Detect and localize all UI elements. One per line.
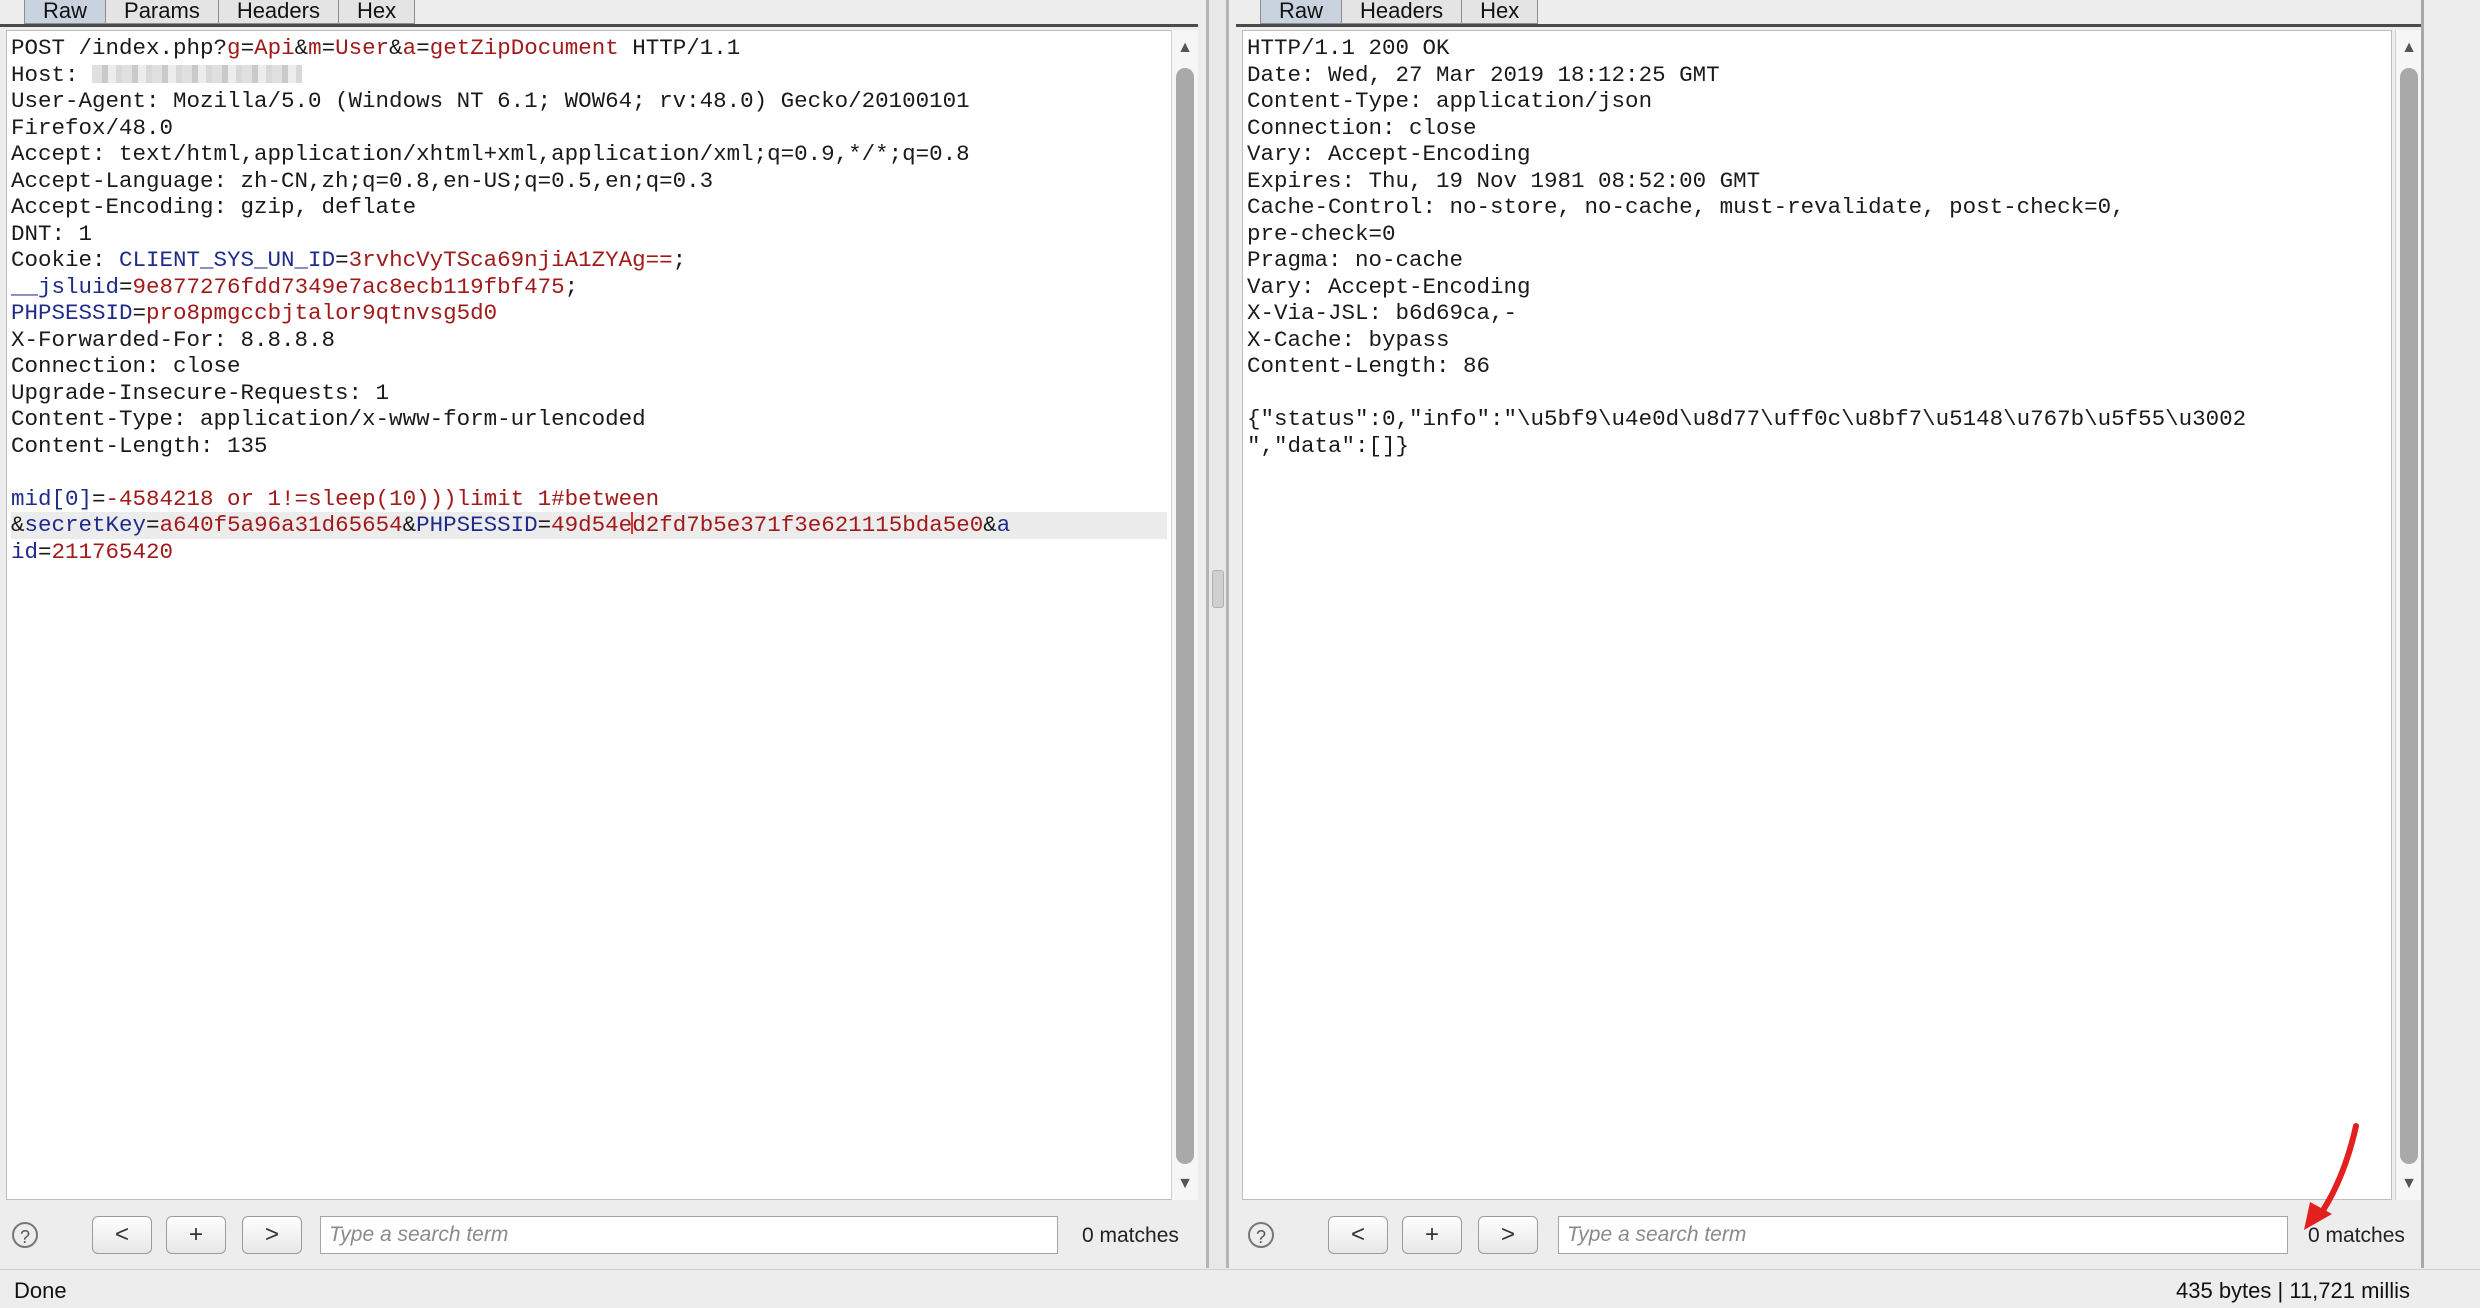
pane-divider[interactable] <box>1208 0 1226 1268</box>
add-search-button[interactable]: + <box>1402 1216 1462 1254</box>
tab-headers[interactable]: Headers <box>217 0 339 24</box>
response-tabs: Raw Headers Hex <box>1260 0 1539 26</box>
status-bar: Done 435 bytes | 11,721 millis <box>0 1269 2480 1308</box>
previous-match-button[interactable]: < <box>1328 1216 1388 1254</box>
tab-hex[interactable]: Hex <box>337 0 416 24</box>
response-size-timing: 435 bytes | 11,721 millis <box>2176 1278 2410 1303</box>
request-text: POST /index.php?g=Api&m=User&a=getZipDoc… <box>7 31 1171 565</box>
response-editor[interactable]: HTTP/1.1 200 OK Date: Wed, 27 Mar 2019 1… <box>1242 30 2392 1200</box>
response-text: HTTP/1.1 200 OK Date: Wed, 27 Mar 2019 1… <box>1247 35 2247 459</box>
scroll-down-icon[interactable]: ▼ <box>2396 1172 2422 1196</box>
response-search-input[interactable] <box>1558 1216 2288 1254</box>
response-pane: Raw Headers Hex HTTP/1.1 200 OK Date: We… <box>1236 0 2422 1268</box>
help-icon[interactable]: ? <box>12 1222 38 1248</box>
response-search-bar: ? < + > 0 matches <box>1236 1204 2422 1268</box>
request-tabs: Raw Params Headers Hex <box>24 0 416 26</box>
scroll-up-icon[interactable]: ▲ <box>1172 36 1198 60</box>
status-text: Done <box>14 1278 67 1303</box>
tab-underline <box>0 24 1198 27</box>
request-editor[interactable]: POST /index.php?g=Api&m=User&a=getZipDoc… <box>6 30 1172 1200</box>
divider-grip[interactable] <box>1212 570 1224 608</box>
request-match-count: 0 matches <box>1082 1224 1179 1247</box>
request-scrollbar[interactable]: ▲ ▼ <box>1171 30 1198 1200</box>
add-search-button[interactable]: + <box>166 1216 226 1254</box>
divider-border-right <box>1226 0 1229 1268</box>
tab-raw[interactable]: Raw <box>1260 0 1343 24</box>
window-right-edge <box>2421 0 2480 1268</box>
scroll-thumb[interactable] <box>2400 68 2418 1164</box>
scroll-down-icon[interactable]: ▼ <box>1172 1172 1198 1196</box>
response-scrollbar[interactable]: ▲ ▼ <box>2395 30 2422 1200</box>
scroll-up-icon[interactable]: ▲ <box>2396 36 2422 60</box>
next-match-button[interactable]: > <box>1478 1216 1538 1254</box>
divider-border-left <box>1206 0 1209 1268</box>
previous-match-button[interactable]: < <box>92 1216 152 1254</box>
tab-raw[interactable]: Raw <box>24 0 107 24</box>
tab-underline <box>1236 24 2422 27</box>
tab-hex[interactable]: Hex <box>1461 0 1539 24</box>
red-arrow-icon <box>2304 1123 2359 1230</box>
tab-params[interactable]: Params <box>105 0 219 24</box>
request-search-input[interactable] <box>320 1216 1058 1254</box>
next-match-button[interactable]: > <box>242 1216 302 1254</box>
help-icon[interactable]: ? <box>1248 1222 1274 1248</box>
redacted-host <box>92 64 303 83</box>
tab-headers[interactable]: Headers <box>1341 0 1463 24</box>
scroll-thumb[interactable] <box>1176 68 1194 1164</box>
request-search-bar: ? < + > 0 matches <box>0 1204 1198 1268</box>
request-pane: Raw Params Headers Hex POST /index.php?g… <box>0 0 1198 1268</box>
